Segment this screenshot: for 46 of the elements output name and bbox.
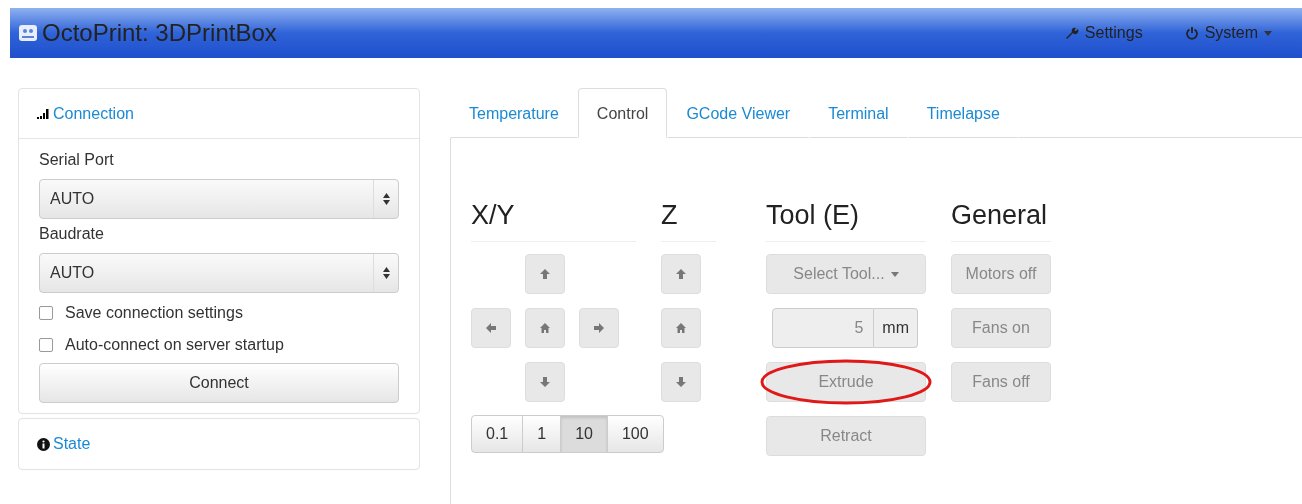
home-icon: [675, 322, 687, 334]
section-heading: X/Y: [471, 200, 636, 242]
updown-icon: [382, 267, 390, 279]
connect-button[interactable]: Connect: [39, 363, 399, 403]
arrow-icon: [593, 322, 605, 334]
tab[interactable]: Timelapse: [907, 88, 1019, 138]
home-icon: [539, 322, 551, 334]
wrench-icon: [1064, 26, 1079, 40]
tab[interactable]: Terminal: [809, 88, 908, 138]
checkbox-label: Auto-connect on server startup: [65, 336, 284, 354]
updown-icon: [382, 193, 390, 205]
arrow-icon: [675, 268, 687, 280]
connection-link[interactable]: Connection: [53, 104, 134, 123]
arrow-icon: [675, 376, 687, 388]
distance-button[interactable]: 0.1: [471, 415, 524, 453]
section-heading: General: [951, 200, 1051, 242]
distance-button[interactable]: 10: [560, 415, 608, 453]
field-label: Serial Port: [39, 151, 115, 169]
checkbox[interactable]: [39, 306, 53, 320]
brand-title[interactable]: OctoPrint: 3DPrintBox: [42, 19, 277, 47]
caret-icon: [890, 271, 899, 277]
checkbox-label: Save connection settings: [65, 304, 243, 322]
distance-button[interactable]: 100: [606, 415, 664, 453]
unit-label: mm: [874, 308, 918, 348]
tab[interactable]: Control: [577, 88, 668, 138]
arrow-icon: [539, 268, 551, 280]
state-link[interactable]: State: [53, 435, 91, 453]
arrow-icon: [539, 376, 551, 388]
field-label: Baudrate: [39, 225, 105, 243]
serial-port-select[interactable]: AUTO: [39, 179, 399, 219]
section-heading: Z: [661, 200, 716, 242]
system-menu[interactable]: System: [1184, 24, 1272, 42]
power-icon: [1184, 26, 1199, 40]
settings-link[interactable]: Settings: [1064, 24, 1143, 42]
section-heading: Tool (E): [766, 200, 926, 242]
baudrate-select[interactable]: AUTO: [39, 253, 399, 293]
distance-button[interactable]: 1: [522, 415, 562, 453]
amount-field[interactable]: 5: [772, 308, 875, 348]
select-tool-button[interactable]: Select Tool...: [766, 254, 926, 294]
tab[interactable]: GCode Viewer: [667, 88, 810, 138]
info-icon: [37, 437, 50, 451]
logo-icon: [18, 23, 38, 43]
arrow-icon: [485, 322, 497, 334]
checkbox[interactable]: [39, 338, 53, 352]
tab[interactable]: Temperature: [450, 88, 578, 138]
signal-icon: [37, 108, 50, 119]
